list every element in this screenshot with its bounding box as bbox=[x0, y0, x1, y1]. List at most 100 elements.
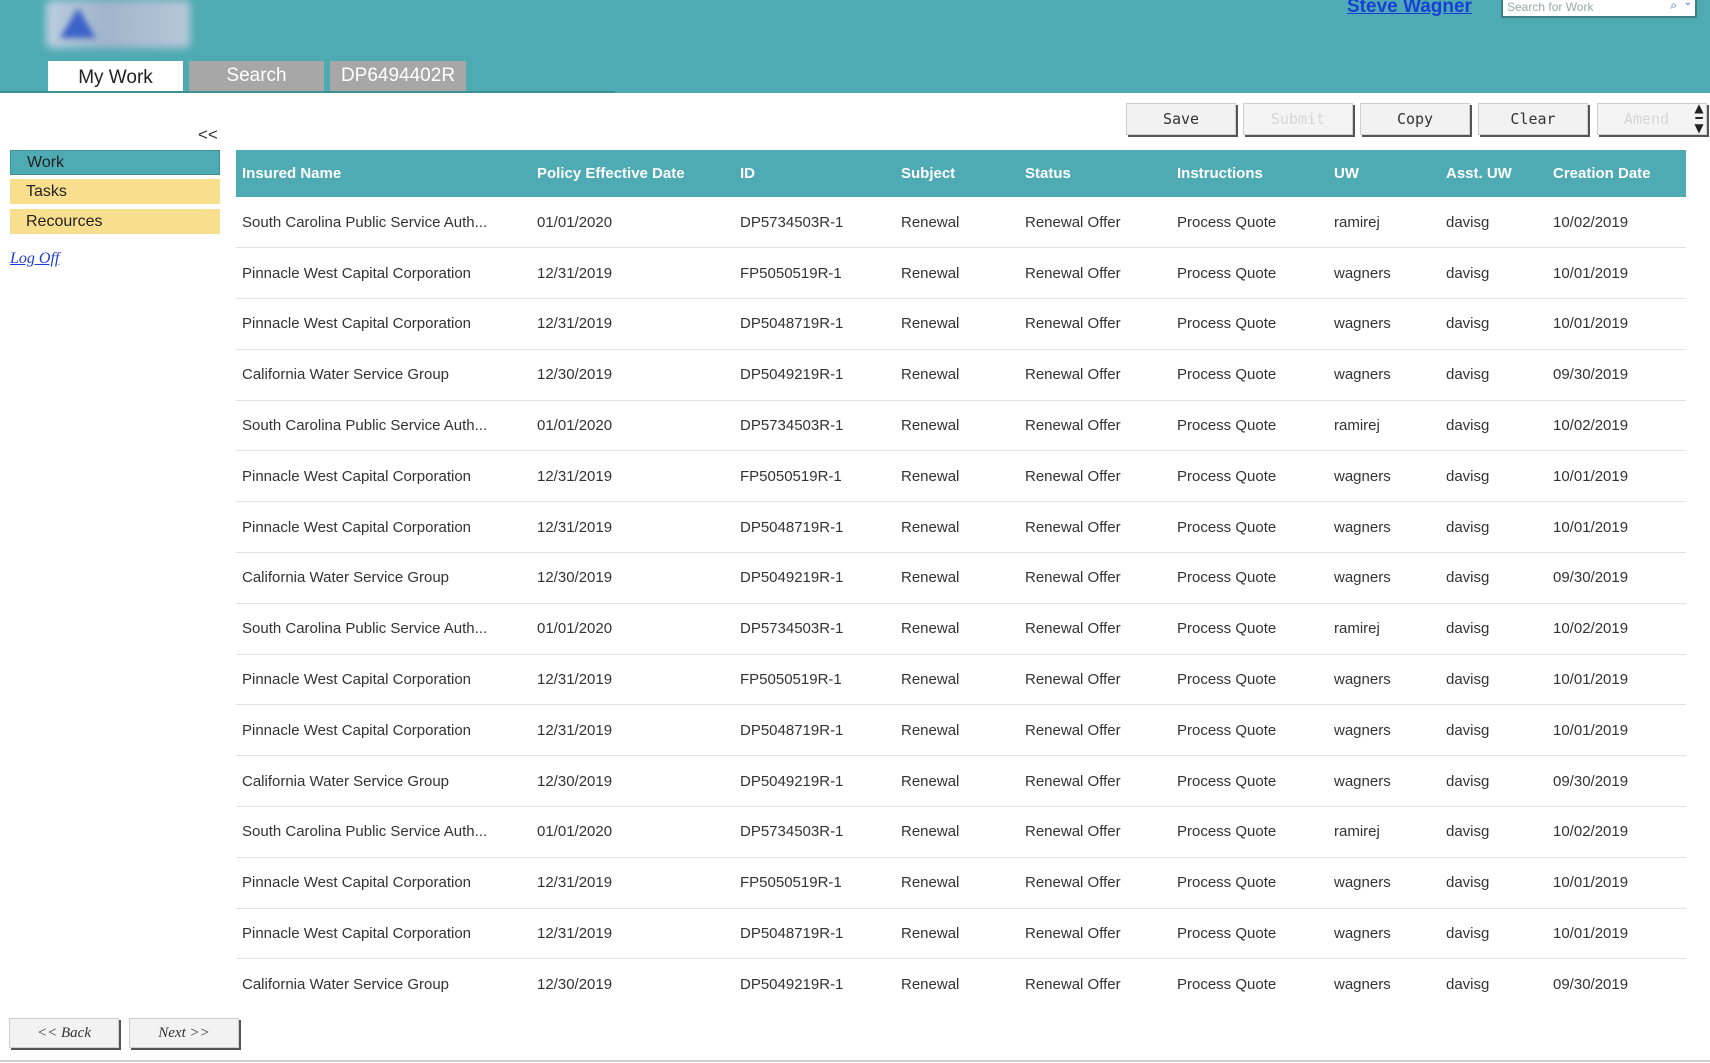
table-row[interactable]: California Water Service Group 12/30/2019… bbox=[236, 349, 1686, 401]
cell-insured-name: Pinnacle West Capital Corporation bbox=[242, 925, 472, 943]
cell-instructions: Process Quote bbox=[1177, 823, 1277, 841]
work-table: Insured Name Policy Effective Date ID Subje… bbox=[236, 150, 1686, 1010]
table-row[interactable]: South Carolina Public Service Auth... 01/… bbox=[236, 400, 1686, 451]
cell-policy-effective-date: 12/30/2019 bbox=[537, 772, 613, 790]
cell-uw: ramirej bbox=[1334, 213, 1380, 231]
table-row[interactable]: Pinnacle West Capital Corporation 12/31/2… bbox=[236, 451, 1686, 502]
cell-creation-date: 10/01/2019 bbox=[1553, 315, 1629, 333]
submit-button[interactable]: Submit bbox=[1243, 103, 1353, 135]
cell-status: Renewal Offer bbox=[1025, 976, 1121, 994]
save-button[interactable]: Save bbox=[1126, 103, 1236, 135]
cell-id: DP5049219R-1 bbox=[740, 569, 844, 587]
cell-asst-uw: davisg bbox=[1446, 417, 1490, 435]
table-row[interactable]: South Carolina Public Service Auth... 01/… bbox=[236, 603, 1686, 655]
table-row[interactable]: California Water Service Group 12/30/2019… bbox=[236, 553, 1686, 604]
user-name-link[interactable]: Steve Wagner bbox=[1347, 0, 1472, 18]
cell-id: DP5049219R-1 bbox=[740, 976, 844, 994]
cell-policy-effective-date: 01/01/2020 bbox=[537, 620, 613, 638]
cell-creation-date: 10/01/2019 bbox=[1553, 874, 1629, 892]
cell-insured-name: Pinnacle West Capital Corporation bbox=[242, 315, 472, 333]
column-header-policy-effective-date[interactable]: Policy Effective Date bbox=[531, 150, 734, 197]
cell-policy-effective-date: 12/31/2019 bbox=[537, 874, 613, 892]
cell-status: Renewal Offer bbox=[1025, 620, 1121, 638]
cell-instructions: Process Quote bbox=[1177, 315, 1277, 333]
table-row[interactable]: Pinnacle West Capital Corporation 12/31/2… bbox=[236, 248, 1686, 299]
cell-instructions: Process Quote bbox=[1177, 417, 1277, 435]
cell-asst-uw: davisg bbox=[1446, 925, 1490, 943]
cell-subject: Renewal bbox=[901, 976, 960, 994]
toolbar-scroll-icon[interactable]: ▲ ━ ▼ bbox=[1688, 102, 1710, 135]
cell-subject: Renewal bbox=[901, 671, 960, 689]
table-row[interactable]: Pinnacle West Capital Corporation 12/31/2… bbox=[236, 705, 1686, 756]
cell-policy-effective-date: 12/30/2019 bbox=[537, 366, 613, 384]
log-off-link[interactable]: Log Off bbox=[10, 250, 59, 268]
cell-subject: Renewal bbox=[901, 721, 960, 739]
search-icon[interactable]: ⌕ bbox=[1670, 0, 1677, 13]
cell-policy-effective-date: 12/30/2019 bbox=[537, 976, 613, 994]
column-header-asst-uw[interactable]: Asst. UW bbox=[1440, 150, 1547, 197]
cell-creation-date: 10/02/2019 bbox=[1553, 620, 1629, 638]
cell-asst-uw: davisg bbox=[1446, 823, 1490, 841]
table-row[interactable]: Pinnacle West Capital Corporation 12/31/2… bbox=[236, 857, 1686, 909]
tab-search[interactable]: Search bbox=[189, 61, 324, 91]
column-header-creation-date[interactable]: Creation Date bbox=[1547, 150, 1686, 197]
table-row[interactable]: Pinnacle West Capital Corporation 12/31/2… bbox=[236, 654, 1686, 705]
table-row[interactable]: Pinnacle West Capital Corporation 12/31/2… bbox=[236, 908, 1686, 959]
cell-insured-name: Pinnacle West Capital Corporation bbox=[242, 467, 472, 485]
cell-id: FP5050519R-1 bbox=[740, 671, 842, 689]
cell-uw: wagners bbox=[1334, 925, 1391, 943]
cell-uw: ramirej bbox=[1334, 823, 1380, 841]
column-header-subject[interactable]: Subject bbox=[895, 150, 1019, 197]
cell-status: Renewal Offer bbox=[1025, 366, 1121, 384]
next-button[interactable]: Next >> bbox=[129, 1018, 239, 1048]
chevron-down-icon[interactable]: ⌄ bbox=[1684, 0, 1692, 8]
cell-status: Renewal Offer bbox=[1025, 264, 1121, 282]
cell-insured-name: Pinnacle West Capital Corporation bbox=[242, 671, 472, 689]
tab-document[interactable]: DP6494402R bbox=[330, 61, 466, 91]
column-header-uw[interactable]: UW bbox=[1328, 150, 1440, 197]
cell-subject: Renewal bbox=[901, 366, 960, 384]
cell-id: DP5048719R-1 bbox=[740, 925, 844, 943]
sidebar-item-tasks[interactable]: Tasks bbox=[10, 179, 220, 204]
table-row[interactable]: California Water Service Group 12/30/2019… bbox=[236, 959, 1686, 1010]
cell-asst-uw: davisg bbox=[1446, 874, 1490, 892]
cell-uw: wagners bbox=[1334, 366, 1391, 384]
sidebar-item-work[interactable]: Work bbox=[10, 150, 220, 175]
cell-instructions: Process Quote bbox=[1177, 264, 1277, 282]
tab-my-work[interactable]: My Work bbox=[48, 61, 183, 94]
cell-policy-effective-date: 12/31/2019 bbox=[537, 518, 613, 536]
search-work-input[interactable] bbox=[1503, 0, 1657, 16]
column-header-insured-name[interactable]: Insured Name bbox=[236, 150, 531, 197]
table-row[interactable]: Pinnacle West Capital Corporation 12/31/2… bbox=[236, 299, 1686, 350]
copy-button[interactable]: Copy bbox=[1360, 103, 1470, 135]
cell-insured-name: South Carolina Public Service Auth... bbox=[242, 620, 488, 638]
table-row[interactable]: South Carolina Public Service Auth... 01/… bbox=[236, 197, 1686, 248]
cell-policy-effective-date: 12/30/2019 bbox=[537, 569, 613, 587]
table-row[interactable]: Pinnacle West Capital Corporation 12/31/2… bbox=[236, 502, 1686, 553]
clear-button[interactable]: Clear bbox=[1478, 103, 1588, 135]
cell-id: DP5049219R-1 bbox=[740, 772, 844, 790]
cell-status: Renewal Offer bbox=[1025, 518, 1121, 536]
cell-id: DP5048719R-1 bbox=[740, 315, 844, 333]
search-work-box[interactable]: ⌕ ⌄ bbox=[1501, 0, 1697, 18]
cell-subject: Renewal bbox=[901, 315, 960, 333]
back-button[interactable]: << Back bbox=[9, 1018, 119, 1048]
column-header-id[interactable]: ID bbox=[734, 150, 895, 197]
cell-id: DP5734503R-1 bbox=[740, 417, 844, 435]
column-header-instructions[interactable]: Instructions bbox=[1171, 150, 1328, 197]
cell-id: DP5048719R-1 bbox=[740, 721, 844, 739]
cell-instructions: Process Quote bbox=[1177, 925, 1277, 943]
sidebar-item-resources[interactable]: Recources bbox=[10, 209, 220, 234]
cell-insured-name: Pinnacle West Capital Corporation bbox=[242, 518, 472, 536]
cell-insured-name: South Carolina Public Service Auth... bbox=[242, 213, 488, 231]
cell-policy-effective-date: 12/31/2019 bbox=[537, 925, 613, 943]
cell-subject: Renewal bbox=[901, 518, 960, 536]
table-row[interactable]: California Water Service Group 12/30/2019… bbox=[236, 756, 1686, 807]
cell-uw: wagners bbox=[1334, 976, 1391, 994]
cell-asst-uw: davisg bbox=[1446, 671, 1490, 689]
cell-id: FP5050519R-1 bbox=[740, 874, 842, 892]
collapse-sidebar-button[interactable]: << bbox=[198, 125, 218, 145]
cell-uw: wagners bbox=[1334, 874, 1391, 892]
table-row[interactable]: South Carolina Public Service Auth... 01/… bbox=[236, 807, 1686, 858]
column-header-status[interactable]: Status bbox=[1019, 150, 1171, 197]
